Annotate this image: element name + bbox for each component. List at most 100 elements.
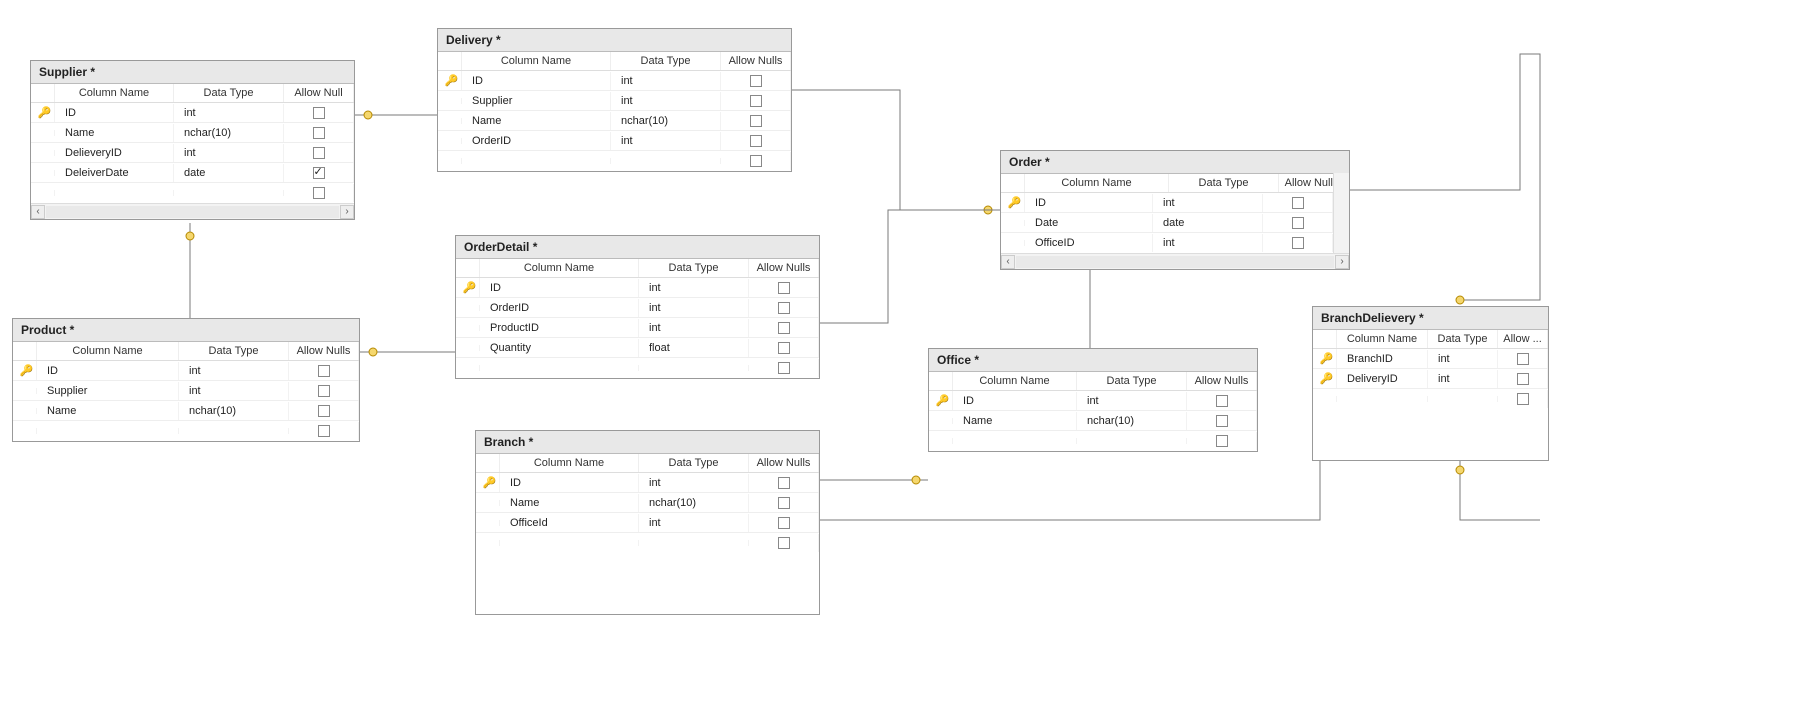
allow-null-checkbox[interactable] bbox=[1216, 395, 1228, 407]
allow-null-checkbox[interactable] bbox=[750, 155, 762, 167]
table-row[interactable]: 🔑 ID int bbox=[476, 473, 819, 493]
allow-null-checkbox[interactable] bbox=[318, 405, 330, 417]
allow-null-header: Allow Null bbox=[284, 84, 354, 102]
table-row[interactable]: Name nchar(10) bbox=[31, 123, 354, 143]
key-icon: 🔑 bbox=[445, 74, 455, 84]
table-row[interactable]: OrderID int bbox=[456, 298, 819, 318]
scroll-right-icon[interactable]: › bbox=[340, 205, 354, 219]
allow-null-checkbox[interactable] bbox=[313, 127, 325, 139]
hscrollbar[interactable]: ‹ › bbox=[1001, 253, 1349, 269]
allow-null-checkbox[interactable] bbox=[318, 385, 330, 397]
table-branch[interactable]: Branch * Column Name Data Type Allow Nul… bbox=[475, 430, 820, 615]
table-order[interactable]: Order * Column Name Data Type Allow Null… bbox=[1000, 150, 1350, 270]
table-branchdelievery[interactable]: BranchDelievery * Column Name Data Type … bbox=[1312, 306, 1549, 461]
hscrollbar[interactable]: ‹ › bbox=[31, 203, 354, 219]
allow-null-checkbox[interactable] bbox=[1292, 197, 1304, 209]
table-row[interactable]: 🔑 DeliveryID int bbox=[1313, 369, 1548, 389]
allow-null-checkbox[interactable] bbox=[1292, 217, 1304, 229]
table-office-title[interactable]: Office * bbox=[929, 349, 1257, 372]
table-delivery-title[interactable]: Delivery * bbox=[438, 29, 791, 52]
table-row[interactable]: Supplier int bbox=[13, 381, 359, 401]
allow-null-checkbox[interactable] bbox=[778, 322, 790, 334]
table-branch-title[interactable]: Branch * bbox=[476, 431, 819, 454]
table-row[interactable] bbox=[13, 421, 359, 441]
table-row[interactable]: Name nchar(10) bbox=[929, 411, 1257, 431]
allow-null-checkbox[interactable] bbox=[750, 75, 762, 87]
table-order-header: Column Name Data Type Allow Null ˄ bbox=[1001, 174, 1349, 193]
table-row[interactable]: OrderID int bbox=[438, 131, 791, 151]
allow-null-checkbox[interactable] bbox=[1517, 373, 1529, 385]
allow-null-checkbox[interactable] bbox=[750, 135, 762, 147]
table-row[interactable]: Name nchar(10) bbox=[438, 111, 791, 131]
allow-null-checkbox[interactable] bbox=[750, 95, 762, 107]
key-icon: 🔑 bbox=[20, 364, 30, 374]
allow-null-checkbox[interactable] bbox=[1517, 393, 1529, 405]
key-icon: 🔑 bbox=[483, 476, 493, 486]
table-row[interactable]: 🔑 ID int bbox=[1001, 193, 1333, 213]
table-row[interactable] bbox=[438, 151, 791, 171]
table-product-title[interactable]: Product * bbox=[13, 319, 359, 342]
allow-null-checkbox[interactable] bbox=[313, 187, 325, 199]
table-row[interactable] bbox=[929, 431, 1257, 451]
scroll-left-icon[interactable]: ‹ bbox=[1001, 255, 1015, 269]
allow-null-checkbox[interactable] bbox=[1517, 353, 1529, 365]
table-row[interactable]: Quantity float bbox=[456, 338, 819, 358]
allow-null-checkbox[interactable] bbox=[778, 517, 790, 529]
table-row[interactable]: ProductID int bbox=[456, 318, 819, 338]
allow-null-checkbox[interactable] bbox=[778, 537, 790, 549]
table-product[interactable]: Product * Column Name Data Type Allow Nu… bbox=[12, 318, 360, 442]
allow-null-checkbox[interactable] bbox=[778, 302, 790, 314]
table-row[interactable]: DelieveryID int bbox=[31, 143, 354, 163]
scroll-track[interactable] bbox=[1016, 256, 1334, 268]
vscrollbar[interactable] bbox=[1333, 173, 1349, 253]
table-row[interactable] bbox=[1313, 389, 1548, 409]
table-row[interactable] bbox=[456, 358, 819, 378]
scroll-left-icon[interactable]: ‹ bbox=[31, 205, 45, 219]
table-row[interactable]: 🔑 ID int bbox=[929, 391, 1257, 411]
table-supplier-title[interactable]: Supplier * bbox=[31, 61, 354, 84]
table-row[interactable]: Date date bbox=[1001, 213, 1333, 233]
allow-null-checkbox[interactable] bbox=[750, 115, 762, 127]
table-row[interactable]: 🔑 ID int bbox=[13, 361, 359, 381]
allow-null-checkbox[interactable] bbox=[778, 477, 790, 489]
allow-null-checkbox[interactable] bbox=[313, 147, 325, 159]
table-row[interactable]: 🔑 ID int bbox=[31, 103, 354, 123]
table-row[interactable]: DeleiverDate date bbox=[31, 163, 354, 183]
table-row[interactable]: Name nchar(10) bbox=[476, 493, 819, 513]
allow-null-checkbox[interactable] bbox=[318, 425, 330, 437]
table-row[interactable] bbox=[31, 183, 354, 203]
table-supplier-header: Column Name Data Type Allow Null bbox=[31, 84, 354, 103]
table-order-title[interactable]: Order * bbox=[1001, 151, 1349, 174]
scroll-track[interactable] bbox=[46, 206, 339, 218]
data-type-header: Data Type bbox=[174, 84, 284, 102]
table-office[interactable]: Office * Column Name Data Type Allow Nul… bbox=[928, 348, 1258, 452]
table-row[interactable]: OfficeID int bbox=[1001, 233, 1333, 253]
allow-null-checkbox[interactable] bbox=[1292, 237, 1304, 249]
table-branchdelievery-header: Column Name Data Type Allow ... bbox=[1313, 330, 1548, 349]
table-row[interactable]: 🔑 ID int bbox=[438, 71, 791, 91]
allow-null-checkbox[interactable] bbox=[778, 282, 790, 294]
table-orderdetail-header: Column Name Data Type Allow Nulls bbox=[456, 259, 819, 278]
table-row[interactable]: Supplier int bbox=[438, 91, 791, 111]
scroll-right-icon[interactable]: › bbox=[1335, 255, 1349, 269]
table-branch-header: Column Name Data Type Allow Nulls bbox=[476, 454, 819, 473]
allow-null-checkbox[interactable] bbox=[1216, 415, 1228, 427]
table-row[interactable] bbox=[476, 533, 819, 553]
table-row[interactable]: 🔑 BranchID int bbox=[1313, 349, 1548, 369]
table-row[interactable]: 🔑 ID int bbox=[456, 278, 819, 298]
table-delivery[interactable]: Delivery * Column Name Data Type Allow N… bbox=[437, 28, 792, 172]
table-row[interactable]: Name nchar(10) bbox=[13, 401, 359, 421]
table-branchdelievery-title[interactable]: BranchDelievery * bbox=[1313, 307, 1548, 330]
allow-null-checkbox[interactable] bbox=[313, 167, 325, 179]
allow-null-checkbox[interactable] bbox=[778, 342, 790, 354]
allow-null-checkbox[interactable] bbox=[313, 107, 325, 119]
table-supplier-rows: 🔑 ID int Name nchar(10) DelieveryID int … bbox=[31, 103, 354, 203]
table-supplier[interactable]: Supplier * Column Name Data Type Allow N… bbox=[30, 60, 355, 220]
allow-null-checkbox[interactable] bbox=[778, 497, 790, 509]
allow-null-checkbox[interactable] bbox=[318, 365, 330, 377]
allow-null-checkbox[interactable] bbox=[1216, 435, 1228, 447]
table-orderdetail[interactable]: OrderDetail * Column Name Data Type Allo… bbox=[455, 235, 820, 379]
table-row[interactable]: OfficeId int bbox=[476, 513, 819, 533]
table-orderdetail-title[interactable]: OrderDetail * bbox=[456, 236, 819, 259]
allow-null-checkbox[interactable] bbox=[778, 362, 790, 374]
